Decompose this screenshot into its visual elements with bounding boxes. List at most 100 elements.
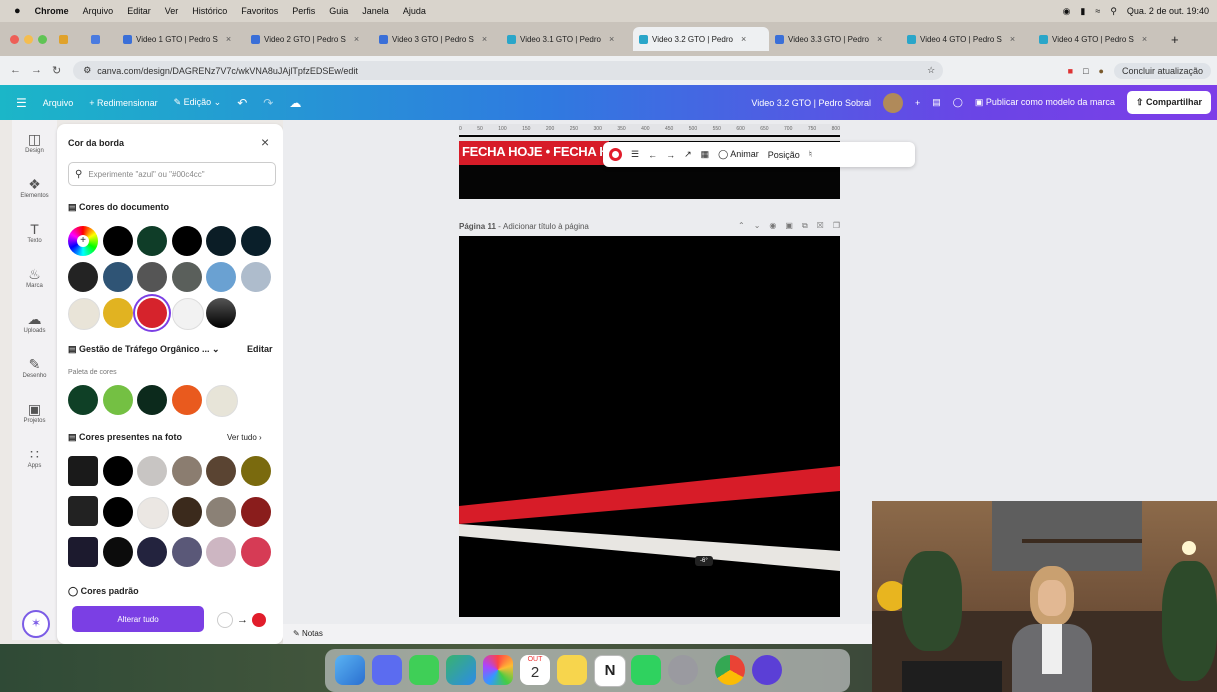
bookmark-star-icon[interactable]: ☆ bbox=[927, 65, 935, 76]
palette-swatch[interactable] bbox=[137, 385, 167, 415]
search-icon[interactable]: ⚲ bbox=[1110, 6, 1117, 17]
close-icon[interactable]: × bbox=[226, 34, 231, 44]
minimize-window-icon[interactable] bbox=[24, 34, 33, 44]
menu-historico[interactable]: Histórico bbox=[192, 6, 227, 16]
undo-icon[interactable]: ↶ bbox=[237, 96, 247, 110]
close-icon[interactable]: × bbox=[354, 34, 359, 44]
color-swatch[interactable] bbox=[240, 226, 271, 256]
menu-ajuda[interactable]: Ajuda bbox=[403, 6, 426, 16]
format-paint-icon[interactable]: ♮ bbox=[809, 149, 812, 160]
banner-text[interactable]: FECHA HOJE • FECHA HO bbox=[462, 144, 619, 159]
notes-button[interactable]: ✎ Notas bbox=[293, 629, 323, 638]
app-icon[interactable] bbox=[752, 655, 782, 685]
menu-chrome[interactable]: Chrome bbox=[35, 6, 69, 16]
color-swatch[interactable] bbox=[102, 226, 133, 256]
rail-elements[interactable]: ❖ Elementos bbox=[12, 165, 57, 210]
design-title[interactable]: Video 3.2 GTO | Pedro Sobral bbox=[751, 98, 871, 108]
maps-icon[interactable] bbox=[446, 655, 476, 685]
rail-apps[interactable]: ∷ Apps bbox=[12, 435, 57, 480]
tab-video-4b[interactable]: Video 4 GTO | Pedro S × bbox=[1033, 27, 1165, 51]
close-icon[interactable]: × bbox=[741, 34, 746, 44]
menu-hamburger-icon[interactable]: ☰ bbox=[16, 96, 27, 110]
current-page[interactable]: -6° bbox=[459, 236, 840, 617]
color-swatch[interactable] bbox=[206, 262, 236, 292]
calendar-icon[interactable]: OUT 2 bbox=[520, 655, 550, 685]
battery-icon[interactable]: ▮ bbox=[1080, 6, 1085, 17]
new-tab-icon[interactable]: + bbox=[1171, 32, 1179, 47]
line-weight-icon[interactable]: ☰ bbox=[631, 149, 639, 160]
arrow-left-icon[interactable]: ← bbox=[648, 150, 657, 160]
photo-color-swatch[interactable] bbox=[102, 537, 133, 567]
pinned-tab[interactable] bbox=[53, 27, 85, 51]
page-title-input[interactable]: Adicionar título à página bbox=[503, 222, 589, 231]
palette-swatch[interactable] bbox=[68, 385, 98, 415]
magic-button[interactable]: ✶ bbox=[22, 610, 50, 638]
duplicate-icon[interactable]: ⧉ bbox=[802, 221, 808, 231]
maximize-window-icon[interactable] bbox=[38, 34, 47, 44]
photo-color-swatch[interactable] bbox=[240, 537, 271, 567]
color-search-input[interactable]: ⚲ Experimente "azul" ou "#00c4cc" bbox=[68, 162, 276, 186]
see-all-link[interactable]: Ver tudo › bbox=[227, 433, 262, 442]
replace-all-button[interactable]: Alterar tudo bbox=[72, 606, 204, 632]
color-swatch[interactable] bbox=[171, 298, 204, 330]
whatsapp-icon[interactable] bbox=[631, 655, 661, 685]
chevron-down-icon[interactable]: ⌄ bbox=[754, 221, 761, 231]
photo-color-swatch[interactable] bbox=[206, 456, 236, 486]
analytics-icon[interactable]: ▤ bbox=[932, 97, 941, 108]
url-field[interactable]: ⚙ canva.com/design/DAGRENz7V7c/wkVNA8uJA… bbox=[73, 61, 944, 80]
edit-menu[interactable]: ✎ Edição ⌄ bbox=[174, 97, 222, 108]
photo-color-swatch[interactable] bbox=[206, 537, 236, 567]
photo-color-swatch[interactable] bbox=[102, 496, 133, 527]
status-icon[interactable]: ◉ bbox=[1063, 6, 1071, 17]
settings-icon[interactable] bbox=[668, 655, 698, 685]
cloud-saved-icon[interactable]: ☁ bbox=[289, 96, 301, 110]
redo-icon[interactable]: ↷ bbox=[263, 96, 273, 110]
menu-guia[interactable]: Guia bbox=[329, 6, 348, 16]
messages-icon[interactable] bbox=[409, 655, 439, 685]
arrow-right-icon[interactable]: → bbox=[666, 150, 675, 160]
close-panel-icon[interactable]: × bbox=[261, 134, 269, 150]
add-color-swatch[interactable]: + bbox=[68, 226, 98, 256]
position-button[interactable]: Posição bbox=[768, 150, 800, 160]
tab-video-3[interactable]: Video 3 GTO | Pedro S × bbox=[373, 27, 501, 51]
close-icon[interactable]: × bbox=[482, 34, 487, 44]
color-swatch[interactable] bbox=[171, 262, 202, 292]
apple-icon[interactable]: ● bbox=[14, 5, 21, 17]
avatar[interactable] bbox=[883, 92, 903, 113]
color-swatch[interactable] bbox=[137, 226, 167, 256]
transparency-icon[interactable]: ▦ bbox=[701, 149, 710, 160]
tab-video-1[interactable]: Video 1 GTO | Pedro S × bbox=[117, 27, 245, 51]
menu-perfis[interactable]: Perfis bbox=[292, 6, 315, 16]
forward-icon[interactable]: → bbox=[31, 64, 42, 77]
menu-arquivo[interactable]: Arquivo bbox=[83, 6, 114, 16]
photo-thumbnail[interactable] bbox=[68, 537, 98, 567]
close-icon[interactable]: × bbox=[1010, 34, 1015, 44]
rail-design[interactable]: ◫ Design bbox=[12, 120, 57, 165]
notes-app-icon[interactable] bbox=[557, 655, 587, 685]
animate-button[interactable]: ◯ Animar bbox=[718, 149, 759, 160]
tab-video-3-1[interactable]: Video 3.1 GTO | Pedro × bbox=[501, 27, 633, 51]
color-swatch[interactable] bbox=[68, 298, 100, 330]
menu-editar[interactable]: Editar bbox=[127, 6, 151, 16]
white-stripe[interactable] bbox=[459, 524, 840, 571]
color-swatch[interactable] bbox=[240, 262, 271, 292]
menu-favoritos[interactable]: Favoritos bbox=[241, 6, 278, 16]
comment-icon[interactable]: ◯ bbox=[953, 97, 963, 108]
color-swatch[interactable] bbox=[102, 262, 133, 292]
menubar-datetime[interactable]: Qua. 2 de out. 19:40 bbox=[1127, 6, 1209, 16]
extension-icon[interactable]: ■ bbox=[1068, 66, 1073, 76]
photo-color-swatch[interactable] bbox=[171, 456, 202, 486]
photo-color-swatch[interactable] bbox=[137, 496, 169, 529]
photo-color-swatch[interactable] bbox=[137, 456, 167, 486]
photo-thumbnail[interactable] bbox=[68, 456, 98, 486]
photo-color-swatch[interactable] bbox=[171, 537, 202, 567]
photo-color-swatch[interactable] bbox=[206, 496, 236, 527]
chevron-up-icon[interactable]: ⌃ bbox=[738, 221, 745, 231]
color-swatch[interactable] bbox=[171, 226, 202, 256]
wifi-icon[interactable]: ≈ bbox=[1095, 6, 1100, 16]
profile-icon[interactable]: ● bbox=[1099, 66, 1104, 76]
tab-video-3-3[interactable]: Video 3.3 GTO | Pedro × bbox=[769, 27, 901, 51]
finder-icon[interactable] bbox=[335, 655, 365, 685]
resize-menu[interactable]: + Redimensionar bbox=[89, 98, 157, 108]
lock-icon[interactable]: ▣ bbox=[785, 221, 793, 231]
